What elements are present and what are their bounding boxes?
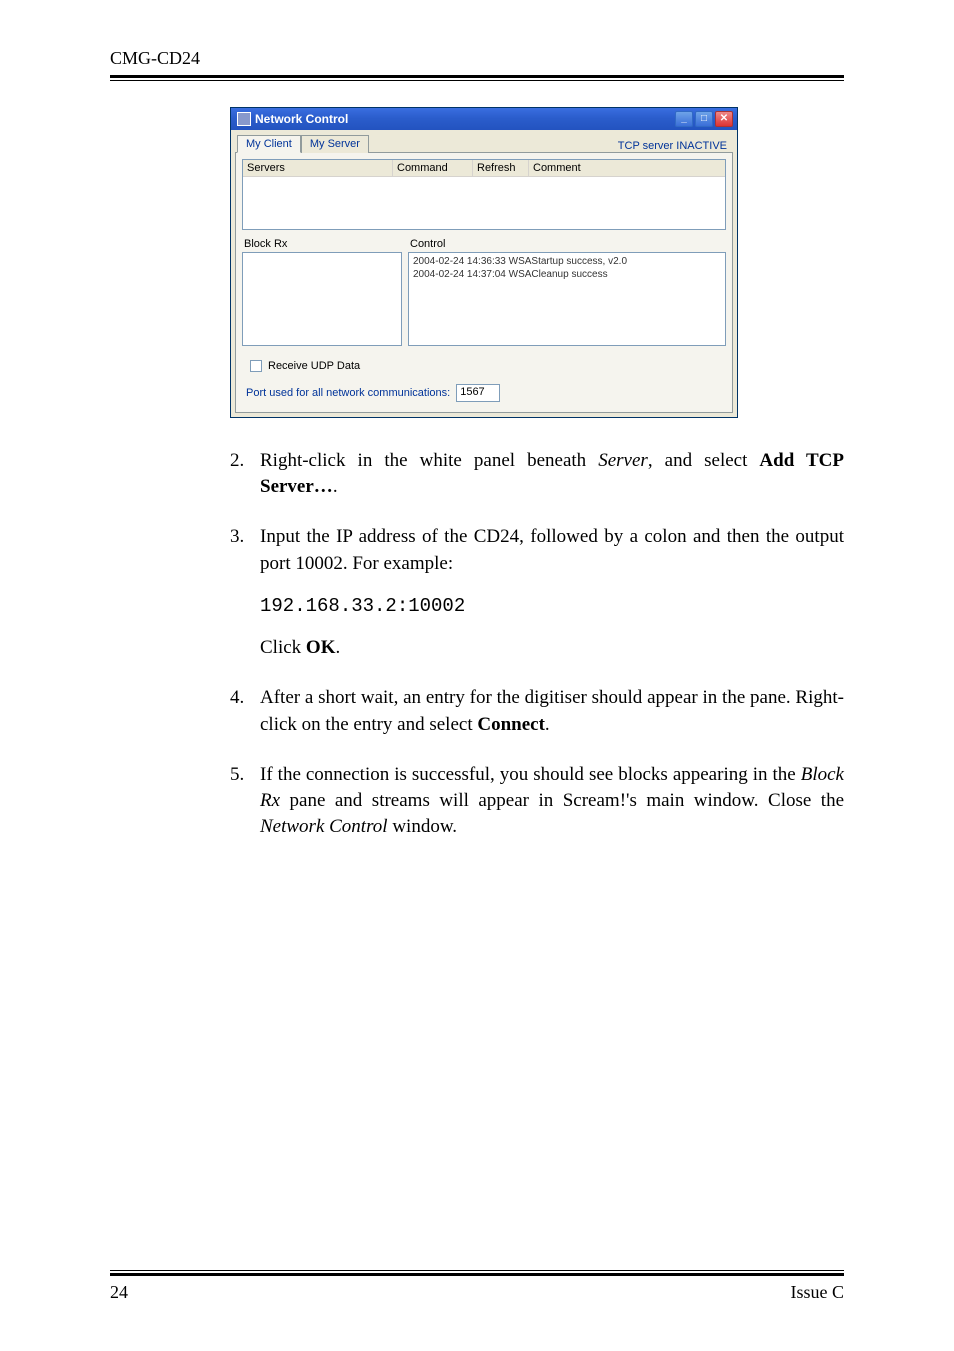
- step-text: After a short wait, an entry for the dig…: [260, 687, 844, 734]
- port-row: Port used for all network communications…: [238, 380, 730, 410]
- header-rule-thin: [110, 80, 844, 81]
- tcp-status-label: TCP server INACTIVE: [618, 140, 731, 152]
- tab-my-client[interactable]: My Client: [237, 135, 301, 153]
- step-text: pane and streams will appear in Scream!'…: [280, 790, 844, 811]
- control-log-panel: 2004-02-24 14:36:33 WSAStartup success, …: [408, 252, 726, 346]
- col-comment: Comment: [529, 160, 725, 176]
- footer-rule-thick: [110, 1273, 844, 1276]
- port-label: Port used for all network communications…: [246, 387, 450, 399]
- port-input[interactable]: 1567: [456, 384, 500, 402]
- titlebar: Network Control _ □ ✕: [231, 108, 737, 130]
- receive-udp-label: Receive UDP Data: [268, 360, 360, 372]
- step-text: Click: [260, 637, 306, 658]
- control-log-line: 2004-02-24 14:37:04 WSACleanup success: [413, 269, 721, 282]
- step-text: If the connection is successful, you sho…: [260, 764, 801, 785]
- step-number: 3.: [230, 524, 260, 661]
- footer-rule-thin: [110, 1270, 844, 1271]
- control-label: Control: [408, 236, 726, 252]
- app-window: Network Control _ □ ✕ My Client My Serve…: [230, 107, 738, 418]
- code-example: 192.168.33.2:10002: [260, 593, 844, 619]
- screenshot-figure: Network Control _ □ ✕ My Client My Serve…: [230, 107, 844, 418]
- control-log-line: 2004-02-24 14:36:33 WSAStartup success, …: [413, 256, 721, 269]
- issue-label: Issue C: [791, 1282, 845, 1303]
- close-button[interactable]: ✕: [715, 111, 733, 127]
- step-text: Right-click in the white panel beneath: [260, 450, 598, 471]
- tab-my-server[interactable]: My Server: [301, 135, 369, 153]
- step-text: .: [335, 637, 340, 658]
- receive-udp-row: Receive UDP Data: [238, 350, 730, 380]
- step-4: 4. After a short wait, an entry for the …: [230, 685, 844, 737]
- tab-area: My Client My Server TCP server INACTIVE: [231, 130, 737, 152]
- step-number: 5.: [230, 762, 260, 841]
- page-header: CMG-CD24: [110, 48, 844, 69]
- window-buttons: _ □ ✕: [675, 111, 733, 127]
- step-italic: Network Control: [260, 816, 388, 837]
- block-rx-label: Block Rx: [242, 236, 402, 252]
- step-bold: OK: [306, 637, 336, 658]
- servers-panel[interactable]: [243, 177, 725, 229]
- receive-udp-checkbox[interactable]: [250, 360, 262, 372]
- step-2: 2. Right-click in the white panel beneat…: [230, 448, 844, 500]
- tab-body: Servers Command Refresh Comment Block Rx…: [235, 152, 733, 413]
- col-refresh: Refresh: [473, 160, 529, 176]
- step-text: window.: [388, 816, 458, 837]
- step-number: 2.: [230, 448, 260, 500]
- instruction-list: 2. Right-click in the white panel beneat…: [230, 448, 844, 840]
- page-number: 24: [110, 1282, 128, 1303]
- step-italic: Server: [598, 450, 648, 471]
- step-text: Input the IP address of the CD24, follow…: [260, 526, 844, 573]
- step-text: .: [333, 476, 338, 497]
- step-3: 3. Input the IP address of the CD24, fol…: [230, 524, 844, 661]
- servers-header-row: Servers Command Refresh Comment: [243, 160, 725, 177]
- header-rule-thick: [110, 75, 844, 78]
- step-number: 4.: [230, 685, 260, 737]
- step-5: 5. If the connection is successful, you …: [230, 762, 844, 841]
- step-text: , and select: [648, 450, 760, 471]
- app-icon: [237, 112, 251, 126]
- step-bold: Connect: [477, 714, 545, 735]
- minimize-button[interactable]: _: [675, 111, 693, 127]
- page-footer: 24 Issue C: [110, 1270, 844, 1303]
- block-rx-panel[interactable]: [242, 252, 402, 346]
- col-command: Command: [393, 160, 473, 176]
- step-text: .: [545, 714, 550, 735]
- col-servers: Servers: [243, 160, 393, 176]
- window-title: Network Control: [255, 112, 348, 126]
- maximize-button[interactable]: □: [695, 111, 713, 127]
